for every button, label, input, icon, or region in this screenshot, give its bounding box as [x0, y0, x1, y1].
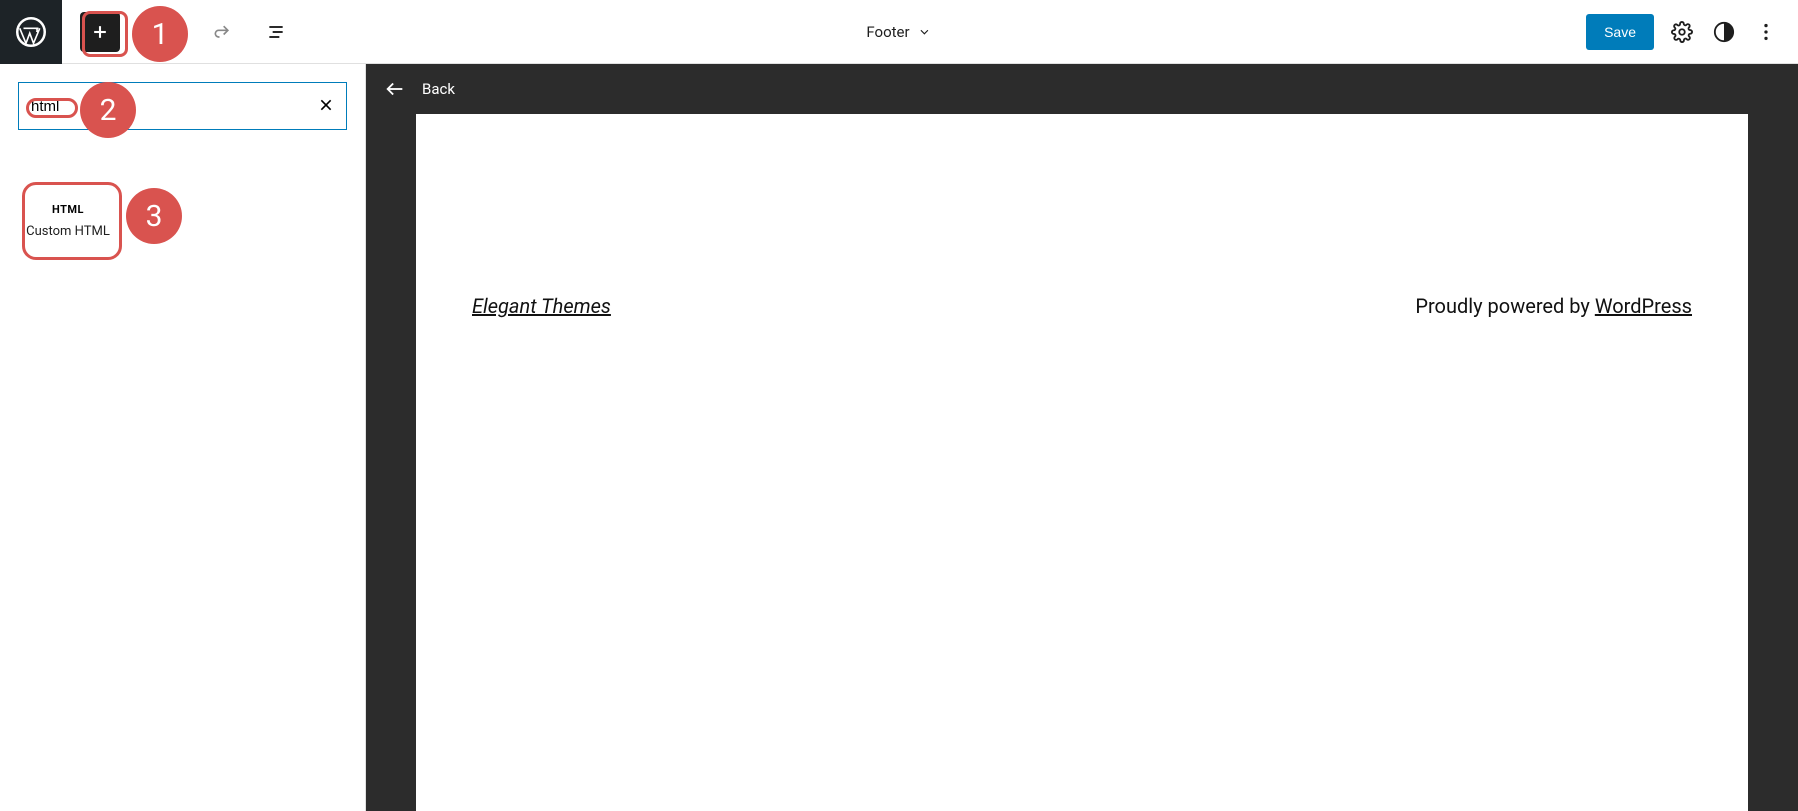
top-bar: Footer Save [0, 0, 1798, 64]
settings-button[interactable] [1668, 18, 1696, 46]
contrast-icon [1713, 21, 1735, 43]
search-block-input[interactable] [31, 98, 308, 115]
footer-left: Elegant Themes [472, 294, 611, 318]
styles-button[interactable] [1710, 18, 1738, 46]
block-inserter-button[interactable] [80, 12, 120, 52]
redo-button[interactable] [204, 14, 240, 50]
arrow-left-icon [384, 78, 406, 100]
template-selector[interactable]: Footer [866, 23, 931, 41]
redo-icon [212, 22, 232, 42]
chevron-down-icon [918, 25, 932, 39]
footer-block[interactable]: Elegant Themes Proudly powered by WordPr… [472, 294, 1692, 318]
document-overview-button[interactable] [258, 14, 294, 50]
search-block-wrapper [18, 82, 347, 130]
template-label: Footer [866, 23, 909, 41]
editor-canvas: Back Elegant Themes Proudly powered by W… [366, 64, 1798, 811]
back-label: Back [422, 80, 455, 98]
html-block-icon: HTML [52, 203, 84, 216]
close-icon [318, 97, 334, 113]
inserter-panel: HTML Custom HTML [0, 64, 366, 811]
clear-search-button[interactable] [318, 94, 334, 118]
plus-icon [90, 22, 110, 42]
powered-by-text: Proudly powered by [1415, 294, 1594, 318]
kebab-icon [1755, 21, 1777, 43]
footer-right: Proudly powered by WordPress [1415, 294, 1692, 318]
back-bar[interactable]: Back [366, 64, 1798, 114]
list-view-icon [266, 22, 286, 42]
toolbar-left [80, 12, 294, 52]
wordpress-icon [16, 17, 46, 47]
block-item-custom-html[interactable]: HTML Custom HTML [18, 182, 118, 260]
more-options-button[interactable] [1752, 18, 1780, 46]
wordpress-logo[interactable] [0, 0, 62, 64]
block-item-label: Custom HTML [26, 224, 110, 239]
main-area: HTML Custom HTML Back Elegant Themes Pro… [0, 64, 1798, 811]
page-frame[interactable]: Elegant Themes Proudly powered by WordPr… [416, 114, 1748, 811]
save-button[interactable]: Save [1586, 14, 1654, 50]
site-title-link[interactable]: Elegant Themes [472, 294, 611, 318]
block-results: HTML Custom HTML [18, 182, 347, 260]
wordpress-link[interactable]: WordPress [1595, 294, 1692, 318]
gear-icon [1671, 21, 1693, 43]
toolbar-right: Save [1586, 14, 1798, 50]
